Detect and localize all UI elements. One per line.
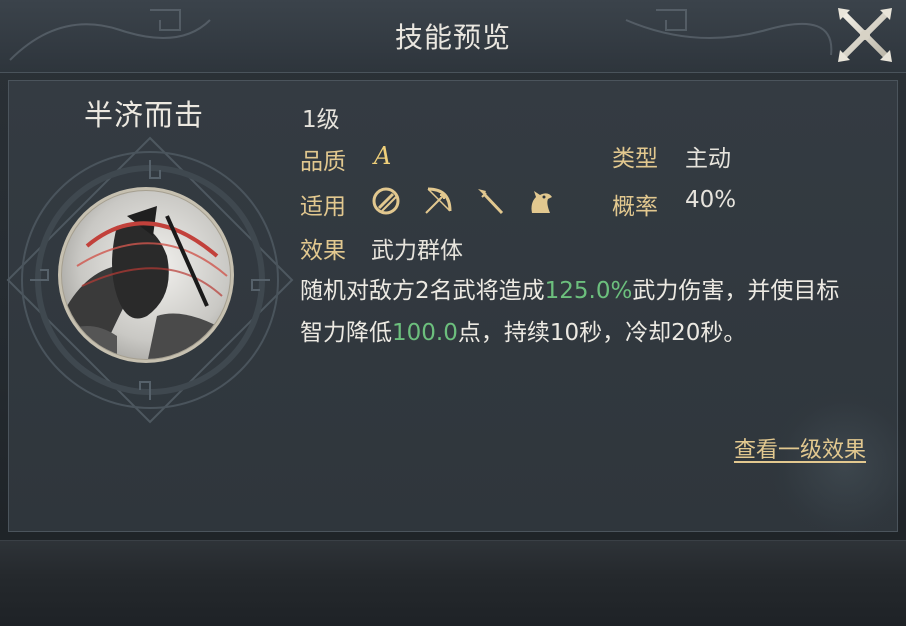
rate-value: 40%: [685, 187, 737, 213]
skill-portrait: [58, 187, 234, 363]
skill-description: 随机对敌方2名武将造成125.0%武力伤害，并使目标智力降低100.0点，持续1…: [300, 270, 860, 354]
skill-name: 半济而击: [84, 98, 205, 132]
header-bar: 技能预览: [0, 0, 906, 73]
skill-preview-screen: 技能预览 半济而击 1级 品质 A 类型 主动 适用 概率 40% 效果 武力群…: [0, 0, 906, 626]
type-label: 类型: [612, 146, 658, 172]
desc-text-1: 随机对敌方2名武将造成: [300, 278, 545, 304]
effect-label: 效果: [300, 238, 346, 264]
desc-damage-value: 125.0%: [544, 278, 633, 304]
rate-label: 概率: [612, 194, 658, 220]
desc-text-3: 点，持续10秒，冷却20秒。: [457, 320, 747, 346]
horse-icon: [531, 191, 552, 213]
bow-icon: [425, 187, 452, 214]
skill-level: 1级: [302, 107, 340, 133]
desc-int-reduce-value: 100.0: [392, 320, 458, 346]
page-title: 技能预览: [394, 21, 511, 54]
type-value: 主动: [685, 146, 731, 172]
applies-label: 适用: [300, 194, 346, 220]
quality-label: 品质: [300, 149, 346, 175]
quality-grade: A: [374, 142, 392, 170]
effect-value: 武力群体: [371, 238, 463, 264]
spear-icon: [478, 189, 504, 215]
view-level-one-effect-link[interactable]: 查看一级效果: [734, 432, 866, 464]
close-x-icon: [838, 8, 892, 62]
close-button[interactable]: [834, 4, 896, 66]
shield-icon: [372, 187, 400, 215]
bottom-band: [0, 540, 906, 626]
